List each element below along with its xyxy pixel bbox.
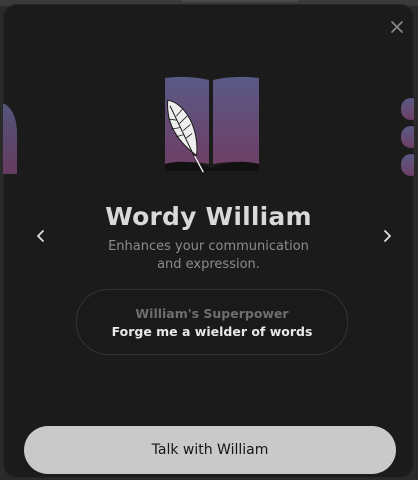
close-icon bbox=[391, 21, 403, 33]
character-name: Wordy William bbox=[105, 202, 312, 231]
close-button[interactable] bbox=[389, 19, 405, 35]
superpower-card: William's Superpower Forge me a wielder … bbox=[76, 289, 348, 355]
open-book-quill-icon bbox=[165, 76, 259, 173]
next-character-peek[interactable] bbox=[401, 98, 414, 178]
superpower-value: Forge me a wielder of words bbox=[111, 324, 313, 339]
character-illustration bbox=[153, 76, 273, 176]
superpower-label: William's Superpower bbox=[135, 306, 289, 321]
character-description: Enhances your communication and expressi… bbox=[108, 239, 309, 272]
previous-character-peek[interactable] bbox=[3, 104, 17, 174]
background-element bbox=[180, 0, 300, 2]
talk-with-character-button[interactable]: Talk with William bbox=[24, 426, 396, 474]
character-modal: Wordy William Enhances your communicatio… bbox=[3, 4, 414, 478]
